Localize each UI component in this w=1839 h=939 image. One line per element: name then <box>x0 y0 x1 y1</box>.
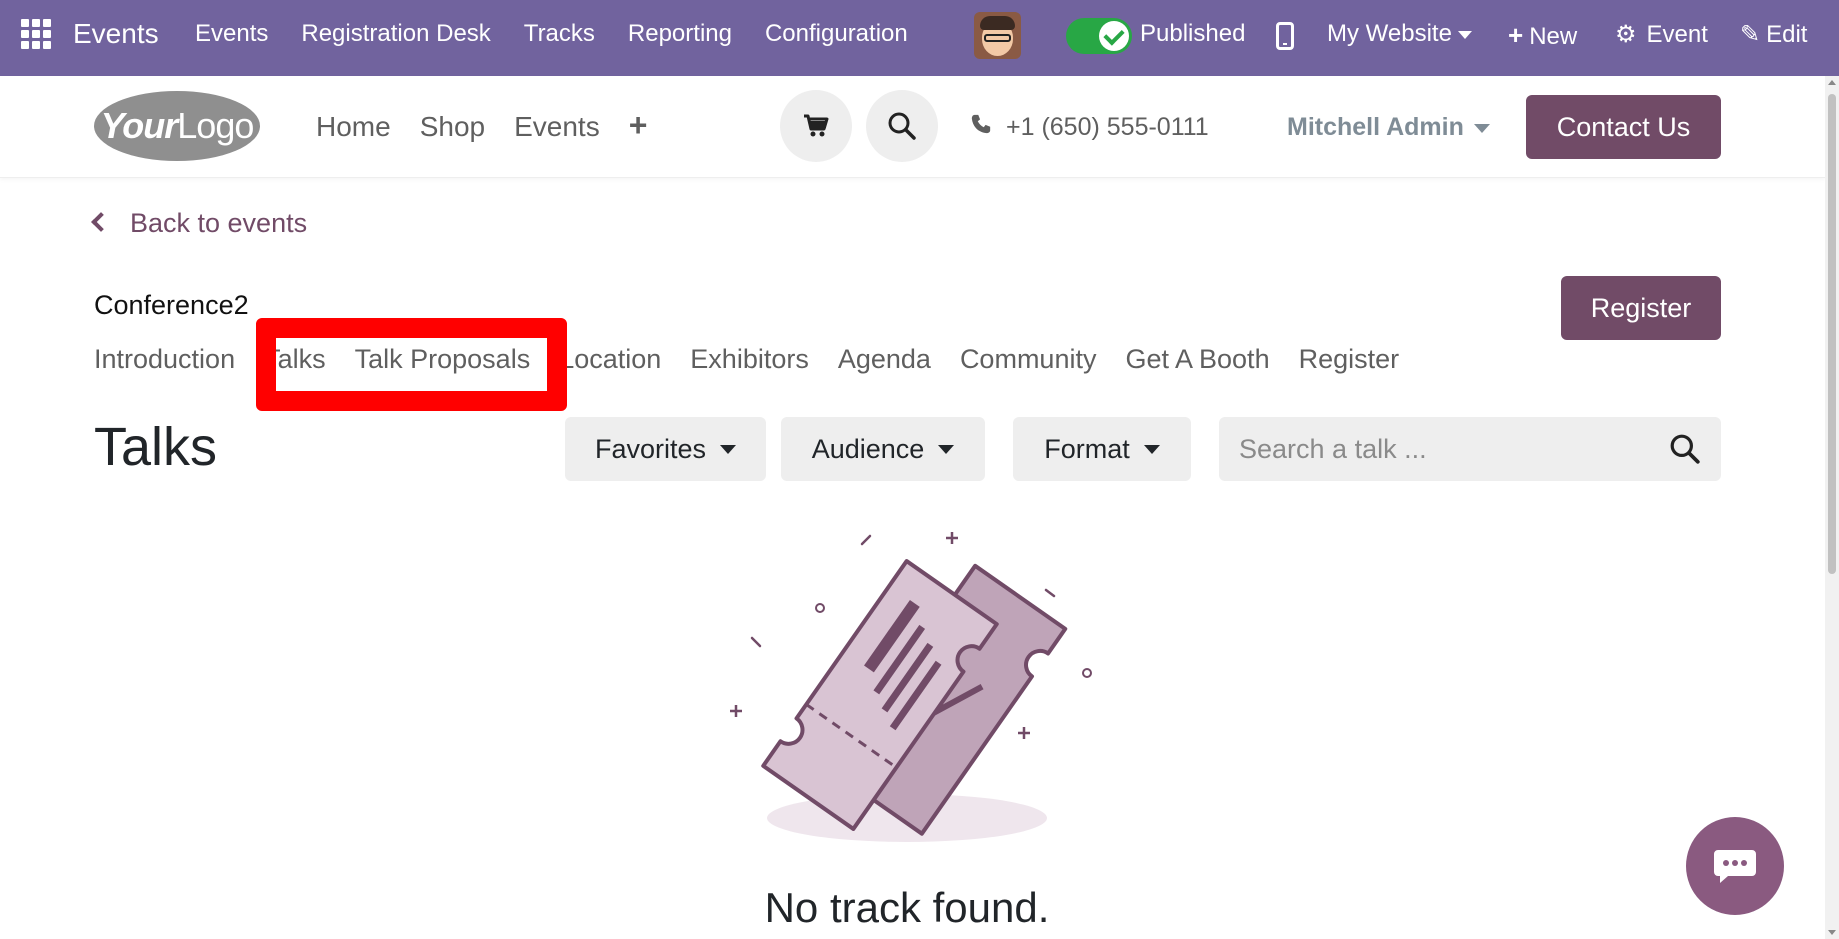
talk-search-input[interactable] <box>1239 427 1649 471</box>
admin-menu-tracks[interactable]: Tracks <box>524 20 595 48</box>
empty-state-message: No track found. <box>764 884 1050 931</box>
mobile-preview-icon[interactable] <box>1276 22 1294 50</box>
live-chat-button[interactable] <box>1686 817 1784 915</box>
scroll-up-arrow-icon[interactable] <box>1828 80 1836 85</box>
phone-number-text: +1 (650) 555-0111 <box>1006 113 1209 141</box>
scroll-down-arrow-icon[interactable] <box>1828 930 1836 935</box>
check-icon <box>1099 21 1129 51</box>
event-settings-button[interactable]: ⚙ Event <box>1615 20 1708 49</box>
scrollbar-thumb[interactable] <box>1828 94 1836 574</box>
app-name[interactable]: Events <box>73 18 159 50</box>
tab-register[interactable]: Register <box>1299 344 1400 375</box>
site-logo[interactable]: Your Logo <box>94 91 260 161</box>
admin-menu-reporting[interactable]: Reporting <box>628 20 732 48</box>
website-selector-label: My Website <box>1327 20 1452 47</box>
chevron-left-icon <box>91 211 111 232</box>
register-button[interactable]: Register <box>1561 276 1721 340</box>
admin-menu-configuration[interactable]: Configuration <box>765 20 908 48</box>
format-filter-dropdown[interactable]: Format <box>1013 417 1191 481</box>
page-title: Talks <box>94 417 218 477</box>
tab-talks[interactable]: Talks <box>264 344 326 375</box>
format-filter-label: Format <box>1044 433 1130 464</box>
search-icon[interactable] <box>1669 433 1701 465</box>
website-selector[interactable]: My Website <box>1327 20 1472 48</box>
edit-button[interactable]: ✎ Edit <box>1740 20 1807 49</box>
audience-filter-label: Audience <box>811 433 925 464</box>
tab-introduction[interactable]: Introduction <box>94 344 235 375</box>
favorites-filter-label: Favorites <box>594 433 707 464</box>
favorites-filter-dropdown[interactable]: Favorites <box>565 417 766 481</box>
avatar[interactable] <box>974 12 1021 59</box>
new-button[interactable]: + New <box>1508 20 1577 51</box>
caret-down-icon <box>1143 444 1160 454</box>
back-to-events-link[interactable]: Back to events <box>91 208 308 239</box>
new-button-label: New <box>1529 23 1578 50</box>
phone-icon <box>970 113 992 142</box>
page-scrollbar[interactable] <box>1825 76 1839 939</box>
apps-grid-icon[interactable] <box>21 19 51 49</box>
plus-icon: + <box>1508 20 1524 50</box>
event-tabs: Introduction Talks Talk Proposals Locati… <box>94 344 1428 375</box>
published-toggle[interactable] <box>1066 18 1132 54</box>
tab-community[interactable]: Community <box>960 344 1097 375</box>
phone-number[interactable]: +1 (650) 555-0111 <box>970 113 1209 142</box>
nav-events[interactable]: Events <box>514 111 600 144</box>
site-header: Your Logo Home Shop Events + +1 (650) 555… <box>0 76 1825 178</box>
add-menu-icon[interactable]: + <box>629 107 648 144</box>
nav-shop[interactable]: Shop <box>420 111 485 144</box>
admin-menu-registration-desk[interactable]: Registration Desk <box>301 20 490 48</box>
user-menu[interactable]: Mitchell Admin <box>1287 113 1490 142</box>
caret-down-icon <box>1473 123 1490 133</box>
tab-talk-proposals[interactable]: Talk Proposals <box>355 344 531 375</box>
event-button-label: Event <box>1646 21 1708 48</box>
caret-down-icon <box>1457 30 1472 39</box>
cart-button[interactable] <box>780 90 852 162</box>
chat-bubble-icon <box>1714 850 1756 883</box>
search-icon <box>888 112 916 140</box>
tab-exhibitors[interactable]: Exhibitors <box>690 344 809 375</box>
user-name: Mitchell Admin <box>1287 113 1464 141</box>
caret-down-icon <box>720 444 737 454</box>
header-search-button[interactable] <box>866 90 938 162</box>
cart-icon <box>804 114 829 137</box>
audience-filter-dropdown[interactable]: Audience <box>781 417 985 481</box>
tab-agenda[interactable]: Agenda <box>838 344 931 375</box>
nav-home[interactable]: Home <box>316 111 391 144</box>
event-name: Conference2 <box>94 290 249 320</box>
contact-us-button[interactable]: Contact Us <box>1526 95 1721 159</box>
admin-menu: Events Registration Desk Tracks Reportin… <box>195 20 941 48</box>
published-label: Published <box>1140 20 1246 47</box>
logo-text-1: Your <box>100 105 179 146</box>
back-to-events-label: Back to events <box>130 208 308 238</box>
admin-menu-events[interactable]: Events <box>195 20 268 48</box>
caret-down-icon <box>938 444 955 454</box>
logo-text-2: Logo <box>177 105 254 146</box>
tab-get-a-booth[interactable]: Get A Booth <box>1125 344 1269 375</box>
pencil-icon: ✎ <box>1740 21 1761 48</box>
edit-button-label: Edit <box>1766 21 1808 48</box>
empty-tickets-illustration <box>730 532 1092 842</box>
site-nav: Home Shop Events + <box>316 107 676 144</box>
tab-location[interactable]: Location <box>559 344 661 375</box>
admin-navbar: Events Events Registration Desk Tracks R… <box>0 0 1839 76</box>
talk-search-box <box>1219 417 1721 481</box>
gear-icon: ⚙ <box>1615 21 1637 48</box>
